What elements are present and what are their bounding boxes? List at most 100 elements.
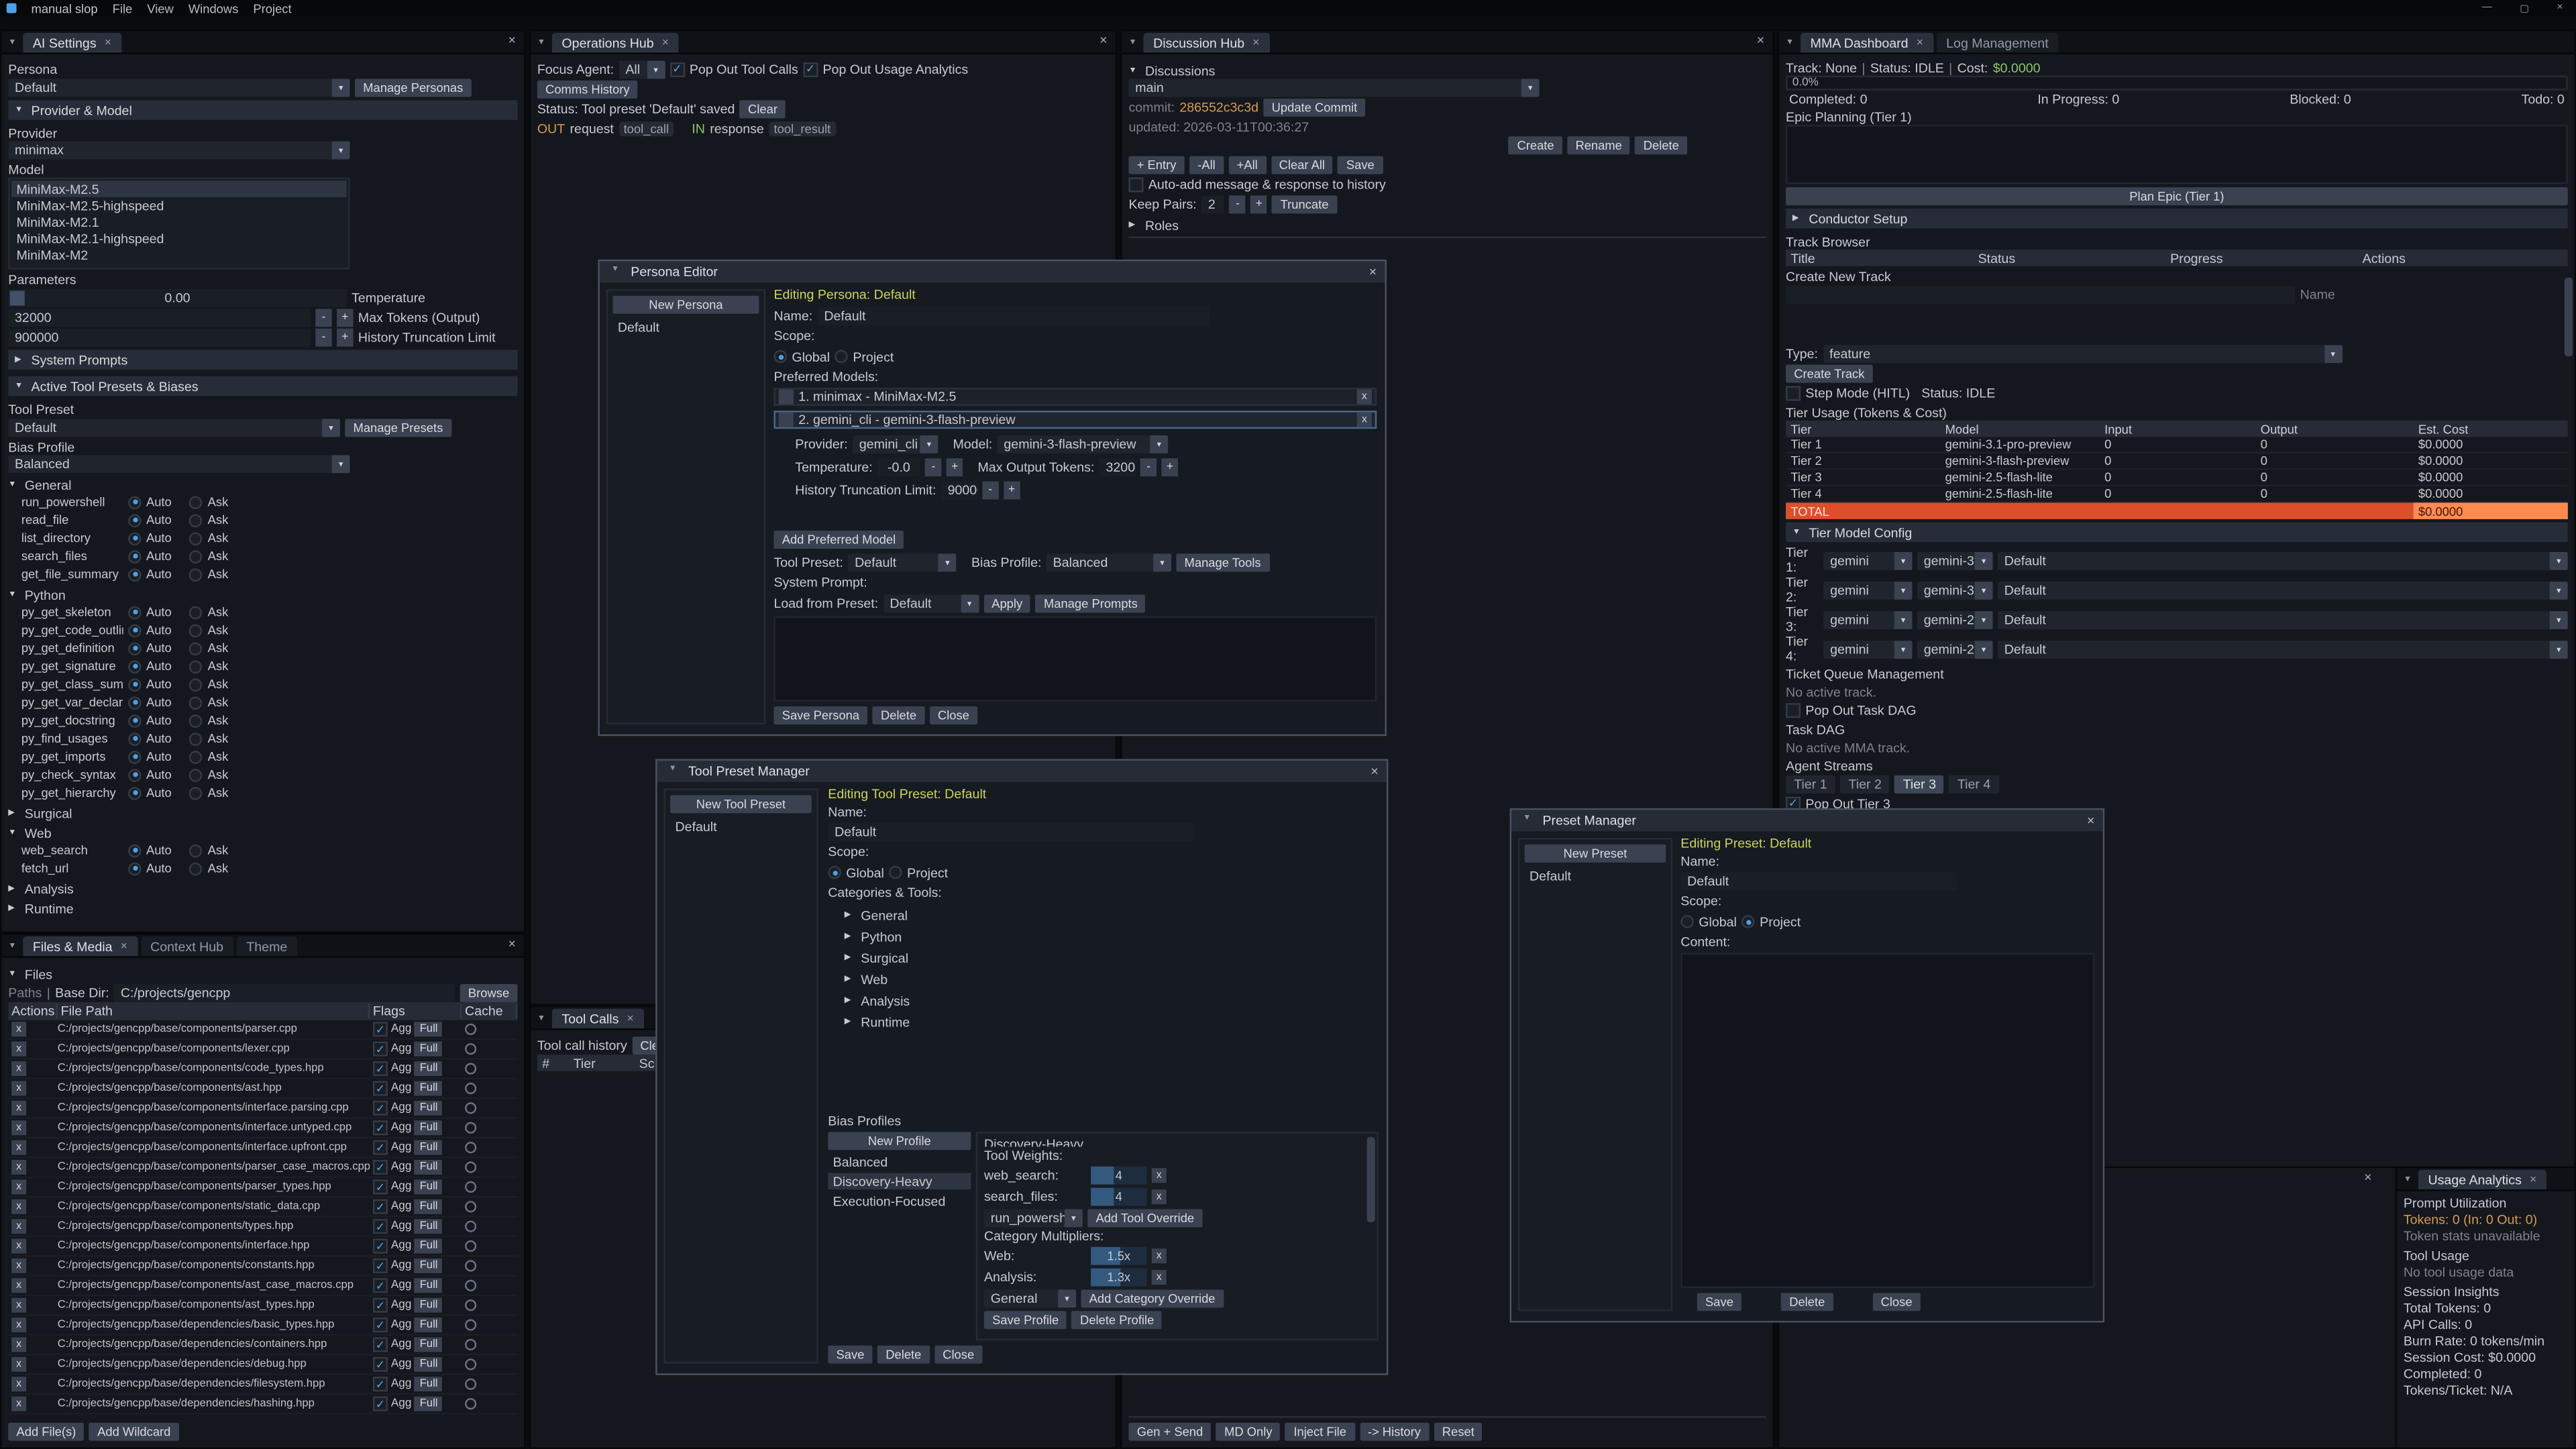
cache-status-icon[interactable]	[465, 1398, 476, 1409]
tab-close-icon[interactable]	[662, 37, 669, 48]
project-radio[interactable]	[835, 350, 848, 364]
apply-button[interactable]: Apply	[983, 594, 1030, 612]
close-button[interactable]: Close	[934, 1346, 982, 1364]
category-tree-node[interactable]: Analysis	[845, 992, 1379, 1008]
add-preferred-model-button[interactable]: Add Preferred Model	[773, 530, 904, 548]
increment-button[interactable]	[1004, 480, 1020, 498]
close-icon[interactable]: ×	[2551, 3, 2569, 13]
bias-profile-item[interactable]: Balanced	[828, 1153, 971, 1169]
model-option[interactable]: MiniMax-M2.5	[11, 180, 347, 197]
active-tool-presets-header[interactable]: Active Tool Presets & Biases	[8, 376, 517, 396]
pm-max-output-input[interactable]: 32000	[1099, 458, 1136, 476]
auto-radio[interactable]	[128, 623, 142, 637]
full-mode-button[interactable]: Full	[415, 1219, 443, 1234]
increment-button[interactable]	[947, 458, 963, 476]
auto-radio[interactable]	[128, 605, 142, 619]
remove-model-button[interactable]: x	[1357, 389, 1372, 404]
pop-out-dag-checkbox[interactable]	[1786, 702, 1801, 717]
project-radio[interactable]	[1741, 915, 1755, 928]
collapse-arrow-icon[interactable]	[669, 764, 677, 774]
ask-radio[interactable]	[190, 605, 203, 619]
remove-file-button[interactable]: x	[11, 1219, 26, 1234]
ask-radio[interactable]	[190, 861, 203, 875]
delete-persona-button[interactable]: Delete	[873, 706, 925, 724]
tool-preset-list-item[interactable]: Default	[670, 818, 812, 835]
remove-file-button[interactable]: x	[11, 1120, 26, 1135]
remove-file-button[interactable]: x	[11, 1179, 26, 1194]
tab-operations-hub[interactable]: Operations Hub	[552, 33, 679, 52]
category-tree-node[interactable]: Surgical	[845, 950, 1379, 966]
tab-theme[interactable]: Theme	[237, 936, 297, 956]
preferred-model-row[interactable]: 2. gemini_cli - gemini-3-flash-preview x	[773, 411, 1377, 429]
history-limit-input[interactable]: 900000	[8, 328, 311, 346]
agg-checkbox[interactable]	[373, 1318, 388, 1332]
remove-model-button[interactable]: x	[1357, 413, 1372, 427]
global-radio[interactable]	[828, 866, 841, 879]
epic-planning-input[interactable]	[1786, 125, 2568, 184]
tpm-name-input[interactable]: Default	[828, 823, 1194, 841]
system-prompts-header[interactable]: System Prompts	[8, 350, 517, 370]
auto-radio[interactable]	[128, 768, 142, 782]
agg-checkbox[interactable]	[373, 1042, 388, 1057]
tab-close-icon[interactable]	[627, 1013, 634, 1024]
tier-model-combo[interactable]: gemini-2.5-flash-lite	[1917, 610, 1993, 629]
add-files-button[interactable]: Add File(s)	[8, 1423, 84, 1441]
category-tree-node[interactable]: Python	[845, 928, 1379, 945]
agg-checkbox[interactable]	[373, 1377, 388, 1391]
agg-checkbox[interactable]	[373, 1258, 388, 1273]
tier-provider-combo[interactable]: gemini	[1823, 640, 1912, 658]
full-mode-button[interactable]: Full	[415, 1022, 443, 1036]
new-persona-button[interactable]: New Persona	[612, 296, 759, 314]
tab-files-media[interactable]: Files & Media	[23, 936, 137, 956]
bias-profile-item[interactable]: Execution-Focused	[828, 1193, 971, 1209]
add-wildcard-button[interactable]: Add Wildcard	[89, 1423, 179, 1441]
plus-all-button[interactable]: +All	[1228, 155, 1266, 173]
panel-close-icon[interactable]	[508, 33, 516, 48]
save-persona-button[interactable]: Save Persona	[773, 706, 867, 724]
multiplier-drag[interactable]: 1.3x	[1091, 1267, 1146, 1285]
decrement-button[interactable]	[315, 308, 331, 326]
cache-status-icon[interactable]	[465, 1063, 476, 1074]
panel-close-icon[interactable]	[1099, 33, 1107, 48]
ask-radio[interactable]	[190, 549, 203, 563]
remove-multiplier-button[interactable]: x	[1152, 1248, 1167, 1263]
collapse-arrow-icon[interactable]	[1786, 38, 1794, 48]
multiplier-drag[interactable]: 1.5x	[1091, 1246, 1146, 1265]
tool-group-runtime[interactable]: Runtime	[8, 900, 517, 916]
auto-radio[interactable]	[128, 732, 142, 745]
cache-status-icon[interactable]	[465, 1379, 476, 1390]
stream-tier-tab[interactable]: Tier 1	[1786, 775, 1835, 793]
cache-status-icon[interactable]	[465, 1102, 476, 1114]
remove-weight-button[interactable]: x	[1152, 1189, 1167, 1203]
auto-radio[interactable]	[128, 786, 142, 800]
ask-radio[interactable]	[190, 513, 203, 527]
tab-context-hub[interactable]: Context Hub	[140, 936, 233, 956]
agg-checkbox[interactable]	[373, 1120, 388, 1135]
cache-status-icon[interactable]	[465, 1221, 476, 1232]
system-prompt-input[interactable]	[773, 616, 1377, 701]
tier-provider-combo[interactable]: gemini	[1823, 551, 1912, 570]
tier-preset-combo[interactable]: Default	[1998, 551, 2568, 570]
remove-file-button[interactable]: x	[11, 1298, 26, 1313]
agg-checkbox[interactable]	[373, 1140, 388, 1155]
collapse-arrow-icon[interactable]	[537, 38, 545, 48]
close-button[interactable]: Close	[1872, 1293, 1920, 1311]
model-option[interactable]: MiniMax-M2.5-highspeed	[11, 197, 347, 213]
menu-item[interactable]: Project	[253, 1, 291, 15]
weight-drag[interactable]: 4	[1091, 1187, 1146, 1205]
discussion-action-button[interactable]: Reset	[1434, 1423, 1483, 1441]
category-tree-node[interactable]: Web	[845, 971, 1379, 987]
increment-button[interactable]	[337, 328, 353, 346]
bias-profile-combo[interactable]: Balanced	[8, 455, 350, 473]
auto-radio[interactable]	[128, 678, 142, 691]
close-icon[interactable]	[1371, 764, 1378, 779]
remove-file-button[interactable]: x	[11, 1337, 26, 1352]
auto-radio[interactable]	[128, 696, 142, 709]
remove-file-button[interactable]: x	[11, 1357, 26, 1372]
update-commit-button[interactable]: Update Commit	[1263, 98, 1365, 116]
save-discussion-button[interactable]: Save	[1338, 155, 1383, 173]
bias-profile-item[interactable]: Discovery-Heavy	[828, 1173, 971, 1189]
full-mode-button[interactable]: Full	[415, 1160, 443, 1175]
menu-item[interactable]: Windows	[189, 1, 239, 15]
category-tree-node[interactable]: Runtime	[845, 1014, 1379, 1030]
